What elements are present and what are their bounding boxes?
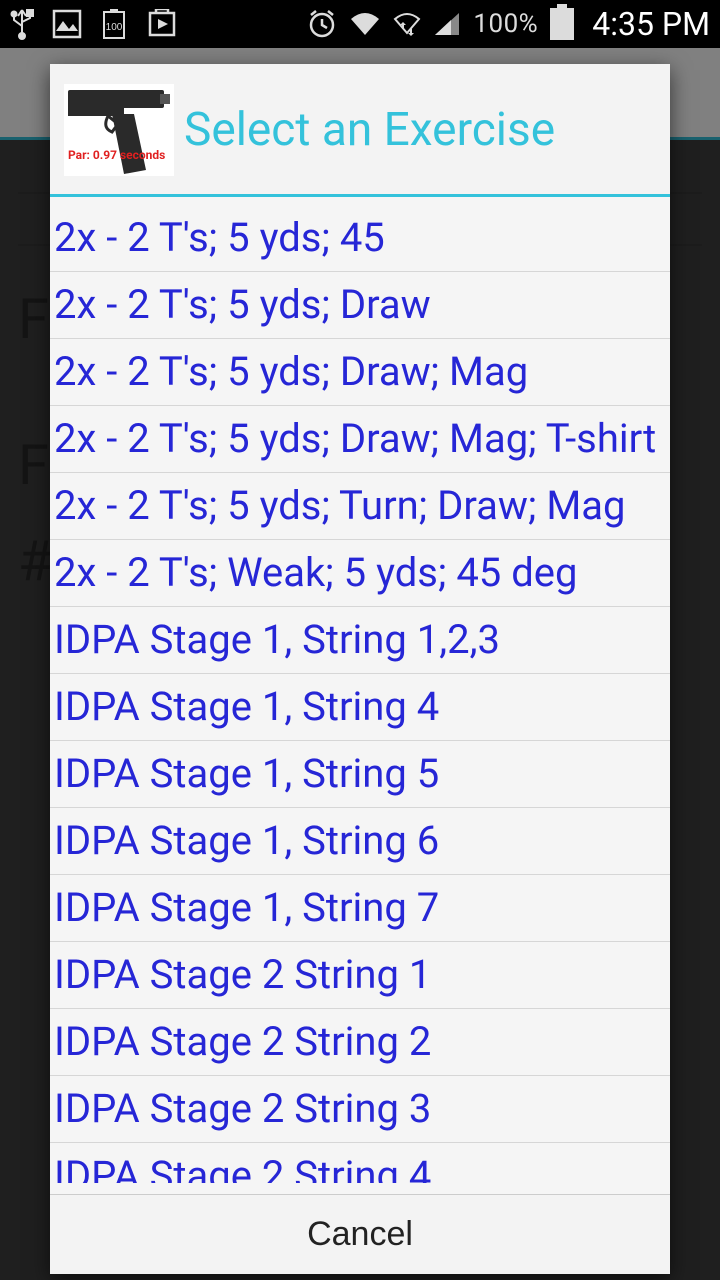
wifi-icon — [349, 11, 381, 37]
battery-100-icon: 100 — [100, 8, 128, 40]
clock: 4:35 PM — [592, 5, 710, 43]
list-item[interactable]: 2x - 2 T's; 5 yds; Draw; Mag; T-shirt — [50, 406, 670, 473]
list-item[interactable]: IDPA Stage 1, String 1,2,3 — [50, 607, 670, 674]
par-caption: Par: 0.97 seconds — [68, 148, 165, 162]
image-icon — [52, 9, 82, 39]
list-item[interactable]: IDPA Stage 1, String 7 — [50, 875, 670, 942]
svg-text:100: 100 — [106, 22, 123, 33]
list-item[interactable]: IDPA Stage 1, String 6 — [50, 808, 670, 875]
signal-icon — [433, 11, 461, 37]
dialog-title: Select an Exercise — [184, 103, 555, 157]
list-item[interactable]: 2x - 2 T's; 5 yds; 45 — [50, 197, 670, 272]
status-bar: 100 100% 4:35 PM — [0, 0, 720, 48]
list-item[interactable]: 2x - 2 T's; Weak; 5 yds; 45 deg — [50, 540, 670, 607]
battery-percentage: 100% — [473, 9, 538, 39]
status-right: 100% 4:35 PM — [307, 5, 710, 43]
status-left: 100 — [10, 8, 178, 40]
list-item[interactable]: IDPA Stage 1, String 5 — [50, 741, 670, 808]
battery-icon — [550, 8, 574, 40]
pistol-icon: Par: 0.97 seconds — [64, 84, 174, 176]
list-item[interactable]: IDPA Stage 2 String 4 — [50, 1143, 670, 1183]
play-store-icon — [146, 9, 178, 39]
exercise-dialog: Par: 0.97 seconds Select an Exercise 2x … — [50, 64, 670, 1274]
list-item[interactable]: 2x - 2 T's; 5 yds; Draw — [50, 272, 670, 339]
dialog-footer: Cancel — [50, 1194, 670, 1274]
list-item[interactable]: IDPA Stage 1, String 4 — [50, 674, 670, 741]
alarm-icon — [307, 9, 337, 39]
list-item[interactable]: IDPA Stage 2 String 1 — [50, 942, 670, 1009]
list-item[interactable]: 2x - 2 T's; 5 yds; Draw; Mag — [50, 339, 670, 406]
cancel-button[interactable]: Cancel — [50, 1195, 670, 1274]
list-item[interactable]: IDPA Stage 2 String 3 — [50, 1076, 670, 1143]
exercise-list[interactable]: 2x - 2 T's; 5 yds; 45 2x - 2 T's; 5 yds;… — [50, 197, 670, 1194]
usb-icon — [10, 8, 34, 40]
dialog-header: Par: 0.97 seconds Select an Exercise — [50, 64, 670, 197]
list-item[interactable]: 2x - 2 T's; 5 yds; Turn; Draw; Mag — [50, 473, 670, 540]
list-item[interactable]: IDPA Stage 2 String 2 — [50, 1009, 670, 1076]
wifi-sync-icon — [393, 11, 421, 37]
